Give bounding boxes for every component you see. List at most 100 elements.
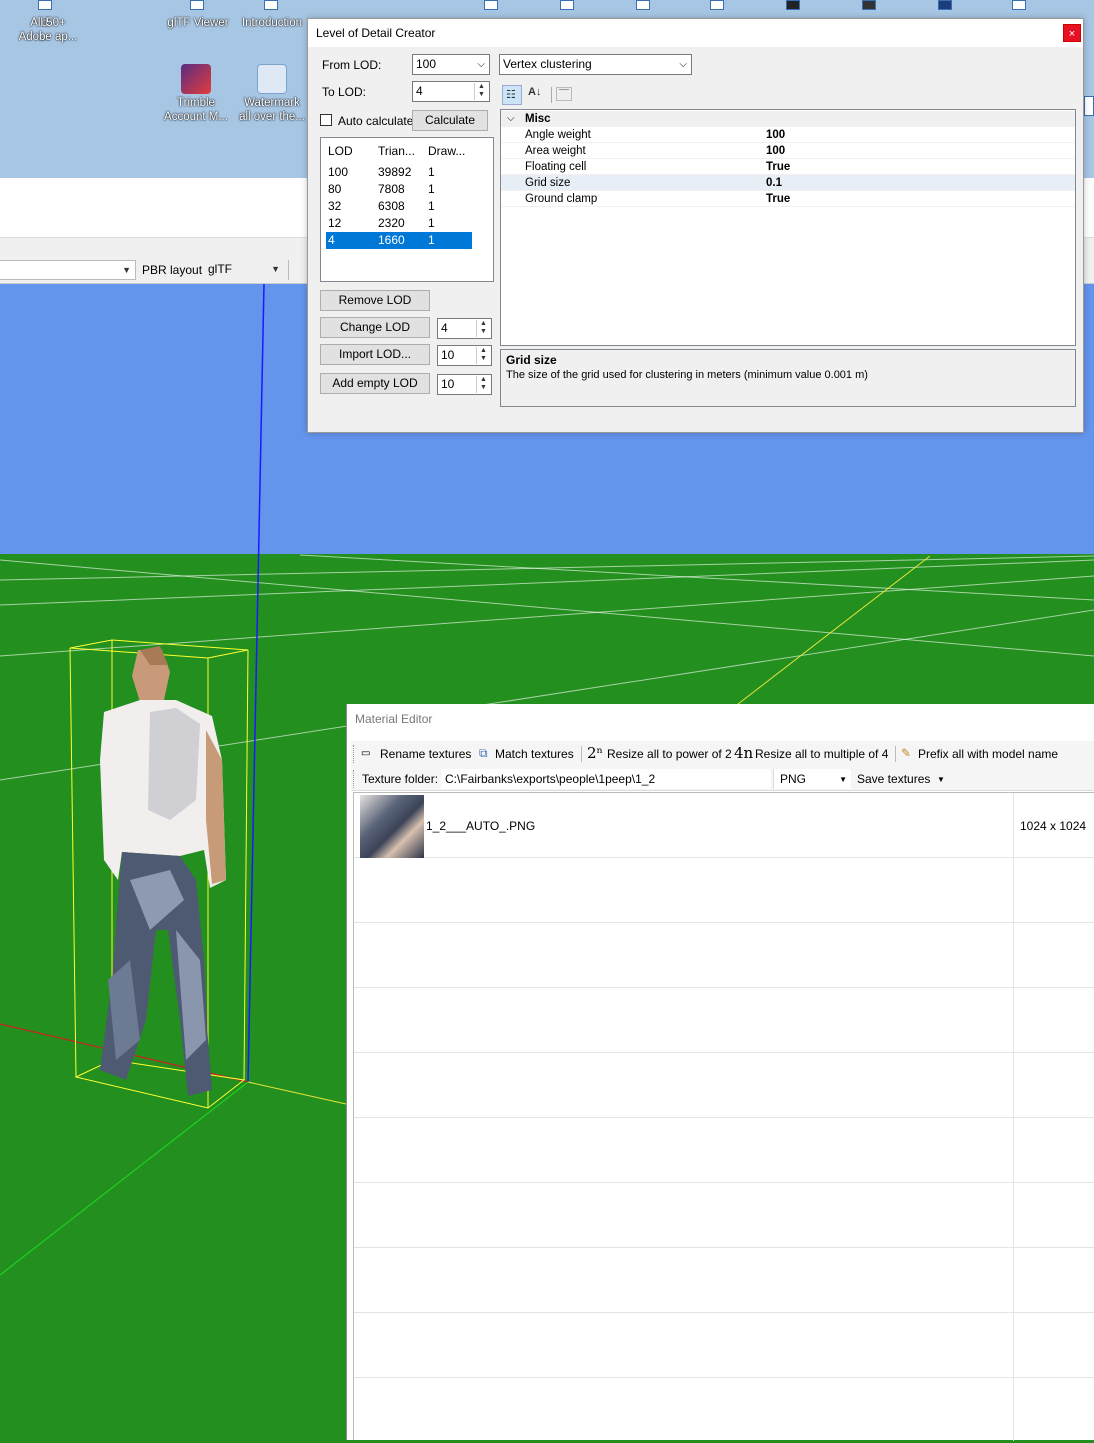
property-value[interactable]: 100 xyxy=(766,127,785,143)
desktop-icon-introduction[interactable]: Introduction xyxy=(234,16,310,30)
shortcut-icon xyxy=(636,0,650,10)
method-select[interactable]: Vertex clustering ⌵ xyxy=(499,54,692,75)
property-value[interactable]: 0.1 xyxy=(766,175,782,191)
list-item[interactable]: 100 39892 1 xyxy=(326,164,472,181)
calculate-button[interactable]: Calculate xyxy=(412,110,488,131)
shortcut-icon xyxy=(264,0,278,10)
app-combo[interactable]: ▼ xyxy=(0,260,136,280)
desktop-icon-label-2: Account M... xyxy=(164,111,228,123)
list-item-selected[interactable]: 4 1660 1 xyxy=(326,232,472,249)
resize-power-of-2-button[interactable]: 2ⁿ Resize all to power of 2 xyxy=(587,744,733,764)
property-value[interactable]: True xyxy=(766,191,790,207)
column-header-triangles[interactable]: Trian... xyxy=(378,143,415,160)
lod-dialog-title: Level of Detail Creator xyxy=(316,26,436,40)
spin-arrows-icon[interactable]: ▲ ▼ xyxy=(476,320,490,337)
auto-calculate-checkbox[interactable] xyxy=(320,114,332,126)
list-item[interactable]: 32 6308 1 xyxy=(326,198,472,215)
shortcut-icon xyxy=(38,0,52,10)
column-header-draw[interactable]: Draw... xyxy=(428,143,465,160)
chevron-down-icon[interactable]: ⌵ xyxy=(507,111,515,127)
resize-power-of-2-label: Resize all to power of 2 xyxy=(607,747,732,761)
table-row[interactable] xyxy=(354,858,1094,923)
lod-cell: 80 xyxy=(328,182,342,196)
desktop-icon-label: Trimble xyxy=(177,97,215,109)
add-empty-lod-stepper[interactable]: 10 ▲ ▼ xyxy=(437,374,492,395)
match-textures-label: Match textures xyxy=(495,747,574,761)
toolbar-grip xyxy=(353,745,354,763)
categorized-view-button[interactable]: ☷ xyxy=(502,85,522,105)
table-row[interactable] xyxy=(354,1378,1094,1443)
desktop-icon-label: All 50+ xyxy=(30,17,66,29)
import-lod-button[interactable]: Import LOD... xyxy=(320,344,430,365)
import-lod-value: 10 xyxy=(441,348,455,362)
property-row[interactable]: Floating cell True xyxy=(501,159,1075,175)
add-empty-lod-button[interactable]: Add empty LOD xyxy=(320,373,430,394)
pbr-layout-label: PBR layout xyxy=(142,263,203,277)
property-row[interactable]: Area weight 100 xyxy=(501,143,1075,159)
category-label: Misc xyxy=(525,113,551,125)
table-row[interactable] xyxy=(354,988,1094,1053)
texture-folder-value: C:\Fairbanks\exports\people\1peep\1_2 xyxy=(445,772,656,786)
watermark-app-icon xyxy=(257,64,287,94)
triangles-cell: 39892 xyxy=(378,165,412,179)
lod-list[interactable]: LOD Trian... Draw... 100 39892 1 80 7808… xyxy=(320,137,494,282)
texture-grid[interactable]: 1_2___AUTO_.PNG 1024 x 1024 xyxy=(353,792,1094,1443)
table-row[interactable] xyxy=(354,1248,1094,1313)
desktop-icon-label-2: Adobe ap... xyxy=(18,31,78,43)
method-value: Vertex clustering xyxy=(503,57,592,71)
property-description-panel: Grid size The size of the grid used for … xyxy=(500,349,1076,407)
alphabetical-view-button[interactable]: A↓ xyxy=(526,85,546,105)
draw-cell: 1 xyxy=(428,182,435,196)
table-row[interactable]: 1_2___AUTO_.PNG 1024 x 1024 xyxy=(354,793,1094,858)
list-item[interactable]: 80 7808 1 xyxy=(326,181,472,198)
change-lod-button[interactable]: Change LOD xyxy=(320,317,430,338)
list-item[interactable]: 12 2320 1 xyxy=(326,215,472,232)
draw-cell: 1 xyxy=(428,216,435,230)
spin-arrows-icon[interactable]: ▲ ▼ xyxy=(476,347,490,364)
remove-lod-button[interactable]: Remove LOD xyxy=(320,290,430,311)
table-row[interactable] xyxy=(354,1118,1094,1183)
tag-icon: ✎ xyxy=(901,746,912,760)
property-row[interactable]: Angle weight 100 xyxy=(501,127,1075,143)
import-lod-stepper[interactable]: 10 ▲ ▼ xyxy=(437,345,492,366)
column-header-lod[interactable]: LOD xyxy=(328,143,353,160)
property-value[interactable]: 100 xyxy=(766,143,785,159)
change-lod-stepper[interactable]: 4 ▲ ▼ xyxy=(437,318,492,339)
draw-cell: 1 xyxy=(428,165,435,179)
property-pages-button[interactable] xyxy=(556,87,572,101)
table-row[interactable] xyxy=(354,923,1094,988)
desktop-icon-watermark[interactable]: Watermark all over the... xyxy=(234,64,310,124)
to-lod-stepper[interactable]: 4 ▲ ▼ xyxy=(412,81,490,102)
close-button[interactable]: × xyxy=(1063,24,1081,42)
format-select[interactable]: PNG ▼ xyxy=(773,769,851,789)
texture-folder-input[interactable]: C:\Fairbanks\exports\people\1peep\1_2 xyxy=(441,769,771,789)
from-lod-select[interactable]: 100 ⌵ xyxy=(412,54,490,75)
pbr-layout-value: glTF xyxy=(208,262,232,276)
property-row[interactable]: Ground clamp True xyxy=(501,191,1075,207)
desktop-icon-gltf-viewer[interactable]: glTF Viewer xyxy=(160,16,236,30)
prefix-model-name-button[interactable]: ✎ Prefix all with model name xyxy=(901,745,1071,763)
property-grid[interactable]: ⌵ Misc Angle weight 100 Area weight 100 … xyxy=(500,109,1076,346)
rename-textures-button[interactable]: ▭ Rename textures xyxy=(361,745,481,763)
spin-arrows-icon[interactable]: ▲ ▼ xyxy=(474,83,488,100)
desktop-icon-adobe[interactable]: All 50+ Adobe ap... xyxy=(10,16,86,44)
spin-arrows-icon[interactable]: ▲ ▼ xyxy=(476,376,490,393)
desktop-icon-trimble[interactable]: Trimble Account M... xyxy=(158,64,234,124)
material-editor-panel: Material Editor ▭ Rename textures ⧉ Matc… xyxy=(346,704,1094,1443)
resize-multiple-of-4-button[interactable]: 4n Resize all to multiple of 4 xyxy=(734,744,894,764)
match-textures-icon: ⧉ xyxy=(479,746,488,760)
category-row[interactable]: ⌵ Misc xyxy=(501,111,1075,127)
pbr-layout-select[interactable]: glTF ▼ xyxy=(204,260,282,280)
draw-cell: 1 xyxy=(428,233,435,247)
property-row-selected[interactable]: Grid size 0.1 xyxy=(501,175,1075,191)
power-of-two-icon: 2ⁿ xyxy=(587,744,604,762)
save-textures-button[interactable]: Save textures ▼ xyxy=(853,769,947,789)
material-editor-titlebar[interactable]: Material Editor xyxy=(347,704,1094,734)
property-value[interactable]: True xyxy=(766,159,790,175)
lod-list-header: LOD Trian... Draw... xyxy=(326,143,472,160)
match-textures-button[interactable]: ⧉ Match textures xyxy=(479,745,583,763)
table-row[interactable] xyxy=(354,1313,1094,1378)
table-row[interactable] xyxy=(354,1053,1094,1118)
table-row[interactable] xyxy=(354,1183,1094,1248)
lod-dialog-titlebar[interactable]: Level of Detail Creator × xyxy=(308,19,1083,47)
